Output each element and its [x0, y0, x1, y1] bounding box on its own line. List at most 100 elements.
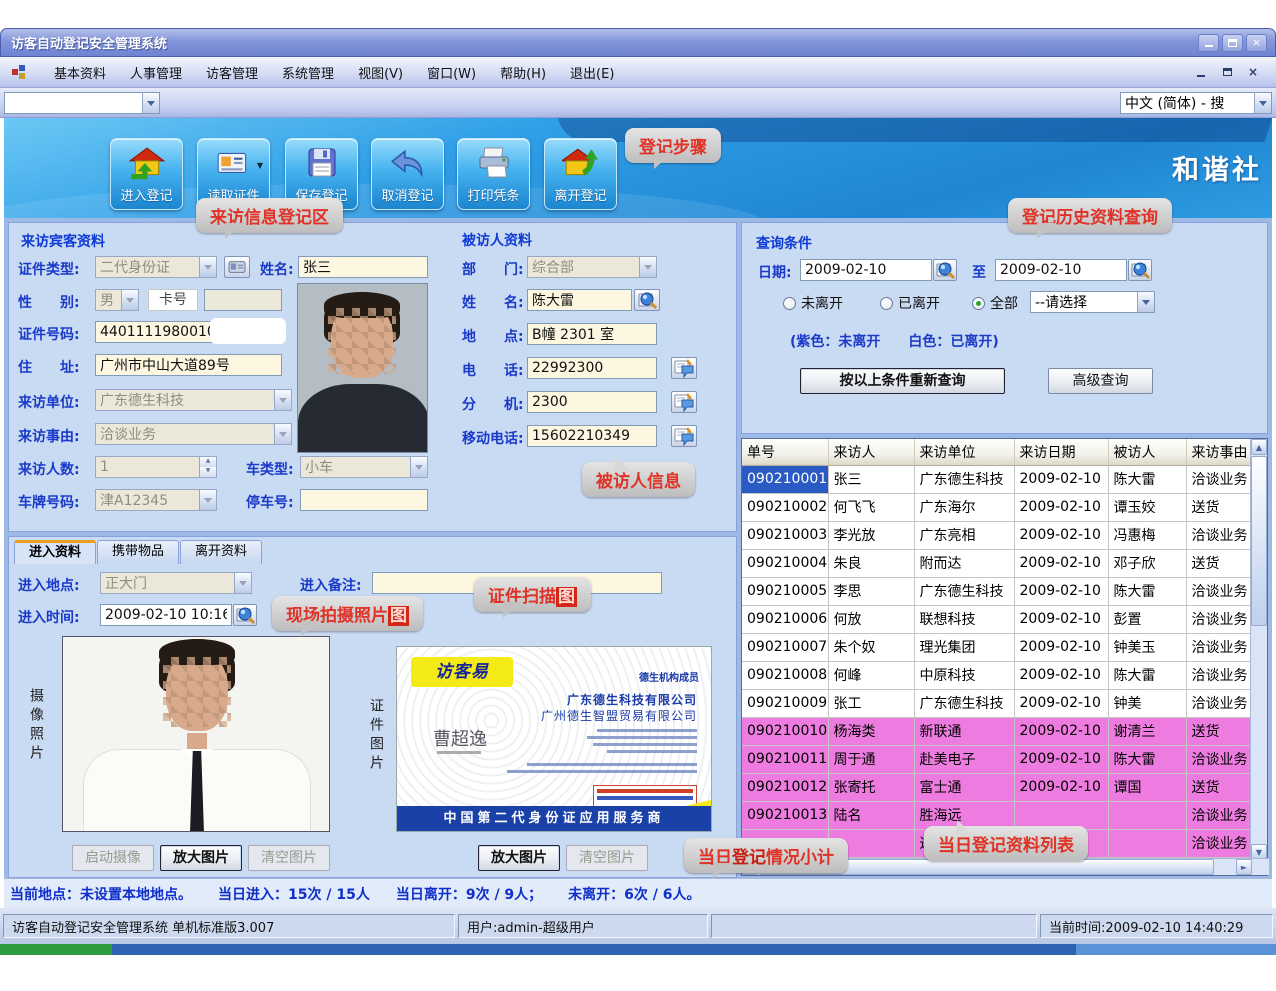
interviewee-name-field[interactable] [527, 289, 632, 311]
close-button[interactable]: × [1246, 34, 1267, 52]
leave-registration-button[interactable]: 离开登记 [544, 138, 617, 210]
card-reader-button[interactable] [224, 256, 250, 278]
table-cell[interactable]: 2009-02-10 [1014, 577, 1108, 605]
table-cell[interactable]: 洽谈业务 [1186, 661, 1252, 689]
menu-item-4[interactable]: 视图(V) [346, 59, 415, 86]
table-cell[interactable]: 赴美电子 [914, 745, 1014, 773]
table-cell[interactable]: 090210013 [742, 801, 828, 829]
table-cell[interactable]: 张工 [828, 689, 914, 717]
radio-all[interactable]: 全部 [972, 293, 1018, 313]
phone-sms-button[interactable] [671, 357, 697, 379]
stepper-down-icon[interactable]: ▼ [200, 467, 216, 477]
restore-button[interactable] [1222, 34, 1243, 52]
chevron-down-icon[interactable] [410, 457, 427, 477]
table-cell[interactable]: 2009-02-10 [1014, 465, 1108, 493]
table-cell[interactable]: 090210003 [742, 521, 828, 549]
table-header-cell[interactable]: 来访日期 [1014, 439, 1108, 465]
table-row[interactable]: 090210011周于通赴美电子2009-02-10陈大雷洽谈业务 [742, 745, 1252, 773]
entry-place-combo[interactable]: 正大门 [100, 572, 252, 594]
gender-combo[interactable]: 男 [95, 289, 139, 311]
table-cell[interactable]: 富士通 [914, 773, 1014, 801]
table-cell[interactable]: 090210005 [742, 577, 828, 605]
dept-combo[interactable]: 综合部 [527, 256, 657, 278]
table-cell[interactable]: 周于通 [828, 745, 914, 773]
enter-registration-button[interactable]: 进入登记 [110, 138, 183, 210]
zoom-photo-button[interactable]: 放大图片 [160, 845, 242, 871]
car-type-combo[interactable]: 小车 [300, 456, 428, 478]
table-cell[interactable]: 中原科技 [914, 661, 1014, 689]
table-cell[interactable] [1108, 829, 1186, 857]
radio-left[interactable]: 已离开 [880, 293, 940, 313]
table-cell[interactable]: 洽谈业务 [1186, 633, 1252, 661]
entry-time-picker-button[interactable] [233, 604, 257, 626]
chevron-down-icon[interactable] [142, 93, 159, 113]
tab-entry-info[interactable]: 进入资料 [14, 540, 96, 564]
cancel-registration-button[interactable]: 取消登记 [371, 138, 444, 210]
table-row[interactable]: 090210004朱良附而达2009-02-10邓子欣送货 [742, 549, 1252, 577]
parking-field[interactable] [300, 489, 428, 511]
zoom-card-button[interactable]: 放大图片 [478, 845, 560, 871]
table-cell[interactable]: 广东德生科技 [914, 577, 1014, 605]
table-cell[interactable]: 何峰 [828, 661, 914, 689]
table-cell[interactable]: 送货 [1186, 717, 1252, 745]
table-cell[interactable]: 090210010 [742, 717, 828, 745]
table-cell[interactable]: 2009-02-10 [1014, 549, 1108, 577]
table-header-cell[interactable]: 被访人 [1108, 439, 1186, 465]
table-cell[interactable]: 广东德生科技 [914, 689, 1014, 717]
table-cell[interactable]: 2009-02-10 [1014, 493, 1108, 521]
table-cell[interactable]: 张三 [828, 465, 914, 493]
table-cell[interactable]: 冯惠梅 [1108, 521, 1186, 549]
table-cell[interactable]: 陈大雷 [1108, 745, 1186, 773]
chevron-down-icon[interactable] [274, 390, 291, 410]
chevron-down-icon[interactable] [199, 490, 216, 510]
menu-item-7[interactable]: 退出(E) [558, 59, 626, 86]
table-row[interactable]: 090210003李光放广东亮相2009-02-10冯惠梅洽谈业务 [742, 521, 1252, 549]
table-cell[interactable]: 洽谈业务 [1186, 605, 1252, 633]
table-cell[interactable]: 李光放 [828, 521, 914, 549]
mdi-minimize-button[interactable] [1192, 64, 1210, 80]
table-header-cell[interactable]: 来访单位 [914, 439, 1014, 465]
table-cell[interactable]: 彭置 [1108, 605, 1186, 633]
table-cell[interactable]: 联想科技 [914, 605, 1014, 633]
date-to-field[interactable] [995, 259, 1127, 281]
table-cell[interactable]: 送货 [1186, 773, 1252, 801]
menu-item-0[interactable]: 基本资料 [42, 59, 118, 86]
table-cell[interactable]: 2009-02-10 [1014, 605, 1108, 633]
table-cell[interactable]: 何放 [828, 605, 914, 633]
visit-reason-combo[interactable]: 洽谈业务 [95, 423, 292, 445]
table-cell[interactable]: 谭国 [1108, 773, 1186, 801]
table-row[interactable]: 090210002何飞飞广东海尔2009-02-10谭玉姣送货 [742, 493, 1252, 521]
table-cell[interactable] [1108, 801, 1186, 829]
table-row[interactable]: 090210012张寄托富士通2009-02-10谭国送货 [742, 773, 1252, 801]
chevron-down-icon[interactable] [1254, 93, 1271, 113]
date-to-picker-button[interactable] [1128, 259, 1152, 281]
table-cell[interactable]: 090210008 [742, 661, 828, 689]
table-cell[interactable]: 广东德生科技 [914, 465, 1014, 493]
table-cell[interactable]: 2009-02-10 [1014, 745, 1108, 773]
table-cell[interactable]: 2009-02-10 [1014, 773, 1108, 801]
table-cell[interactable]: 朱良 [828, 549, 914, 577]
table-header-cell[interactable]: 单号 [742, 439, 828, 465]
table-cell[interactable]: 2009-02-10 [1014, 689, 1108, 717]
clear-card-button[interactable]: 清空图片 [566, 845, 648, 871]
table-header-cell[interactable]: 来访人 [828, 439, 914, 465]
tab-leave-info[interactable]: 离开资料 [180, 540, 262, 564]
card-no-field[interactable] [204, 289, 282, 311]
menu-item-5[interactable]: 窗口(W) [415, 59, 488, 86]
stepper-up-icon[interactable]: ▲ [200, 457, 216, 467]
chevron-down-icon[interactable] [274, 424, 291, 444]
table-cell[interactable]: 090210011 [742, 745, 828, 773]
table-cell[interactable]: 洽谈业务 [1186, 577, 1252, 605]
advanced-query-button[interactable]: 高级查询 [1048, 368, 1153, 394]
tab-carried-items[interactable]: 携带物品 [97, 540, 179, 564]
entry-time-field[interactable] [100, 604, 232, 626]
table-cell[interactable]: 新联通 [914, 717, 1014, 745]
table-cell[interactable]: 洽谈业务 [1186, 465, 1252, 493]
table-cell[interactable]: 送货 [1186, 549, 1252, 577]
print-receipt-button[interactable]: 打印凭条 [457, 138, 530, 210]
scroll-up-icon[interactable]: ▲ [1251, 439, 1267, 455]
start-camera-button[interactable]: 启动摄像 [72, 845, 154, 871]
table-cell[interactable]: 洽谈业务 [1186, 521, 1252, 549]
mobile-sms-button[interactable] [671, 425, 697, 447]
language-combo[interactable]: 中文 (简体) - 搜 [1120, 92, 1272, 114]
